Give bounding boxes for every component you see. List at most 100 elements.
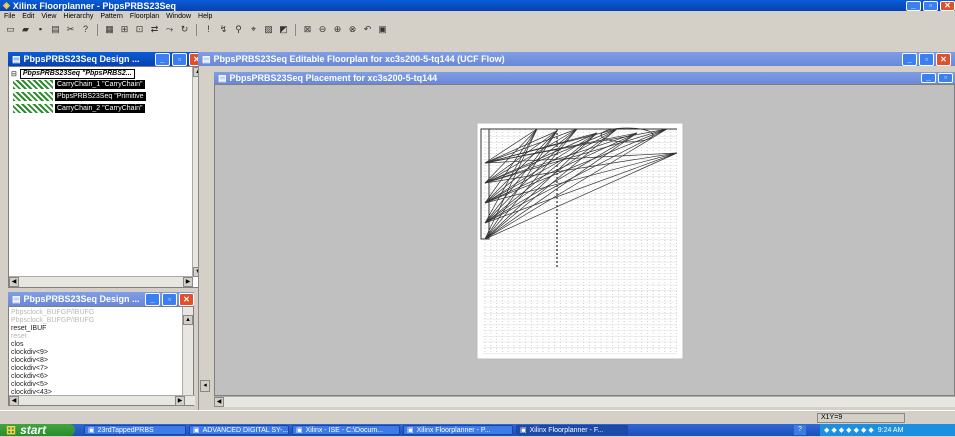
menu-floorplan[interactable]: Floorplan [130,13,159,20]
taskbar-item[interactable]: ▣ Xilinx Floorplanner - P... [403,425,513,435]
place-icon[interactable]: ⊡ [133,23,146,36]
minimize-button[interactable]: _ [921,73,936,83]
design-hierarchy-title-bar[interactable]: ▤ PbpsPRBS23Seq Design ... _ ▫ ✕ [8,52,204,66]
start-button[interactable]: ⊞ start [0,423,75,437]
print-icon[interactable]: ▤ [49,23,62,36]
net-list-item[interactable]: clockdiv<9> [11,349,94,357]
save-icon[interactable]: ▪ [34,23,47,36]
net-list-item[interactable]: Pbpsclock_BUFGP/IBUFG [11,309,94,317]
tray-icon[interactable]: ◆ [868,426,873,434]
menu-edit[interactable]: Edit [22,13,34,20]
menu-bar: File Edit View Hierarchy Pattern Floorplan Win… [4,12,219,22]
minimize-button[interactable]: _ [155,52,170,66]
net-list-item[interactable]: reset_IBUF [11,325,94,333]
scroll-left-button[interactable]: ◀ [214,397,224,407]
tray-icon[interactable]: ◆ [839,426,844,434]
expand-icon[interactable]: ⊟ [11,70,17,78]
net-list-item[interactable]: reset [11,333,94,341]
move-icon[interactable]: ⇄ [148,23,161,36]
left-divider-handle[interactable]: ◂ [200,380,210,392]
hierarchy-item[interactable]: PbpsPRBS23Seq "Primitive [13,91,146,101]
floorplan-graphic [476,122,684,360]
taskbar-item[interactable]: ▣ Xilinx Floorplanner - F... [516,425,628,435]
help-pointer-icon[interactable]: ? [79,23,92,36]
zoom-out-icon[interactable]: ⊖ [316,23,329,36]
menu-help[interactable]: Help [198,13,212,20]
probe-icon[interactable]: ↯ [217,23,230,36]
zoom-prev-icon[interactable]: ↶ [361,23,374,36]
menu-hierarchy[interactable]: Hierarchy [63,13,93,20]
net-list-item[interactable]: Pbpsclock_BUFGP/IBUFG [11,317,94,325]
editable-floorplan-title-bar[interactable]: ▤ PbpsPRBS23Seq Editable Floorplan for x… [198,52,955,66]
grid-icon[interactable]: ▦ [103,23,116,36]
scroll-left-button[interactable]: ◀ [9,277,19,287]
net-list-item[interactable]: clockdiv<5> [11,381,94,389]
maximize-button[interactable]: ▫ [162,292,177,306]
open-icon[interactable]: ▰ [19,23,32,36]
tray-icon[interactable]: ◆ [846,426,851,434]
assign-icon[interactable]: ◩ [277,23,290,36]
maximize-button[interactable]: ▫ [938,73,953,83]
toolbar-separator [97,23,98,36]
hierarchy-item[interactable]: CarryChain_2 "CarryChain" [13,103,145,113]
tray-icon[interactable]: ◆ [854,426,859,434]
menu-file[interactable]: File [4,13,15,20]
horizontal-scrollbar[interactable]: ◀ ▶ [9,276,193,287]
net-list-item[interactable]: clockdiv<8> [11,357,94,365]
close-button[interactable]: ✕ [940,0,955,11]
help-icon[interactable]: ? [794,425,806,435]
zoom-area-icon[interactable]: ⊗ [346,23,359,36]
cycle-icon[interactable]: ↻ [178,23,191,36]
placement-canvas[interactable] [214,84,955,396]
hatched-block-icon [13,91,53,101]
tray-icon[interactable]: ◆ [831,426,836,434]
hierarchy-item[interactable]: CarryChain_1 "CarryChain" [13,79,145,89]
menu-view[interactable]: View [41,13,56,20]
tray-icon[interactable]: ◆ [861,426,866,434]
taskbar-item[interactable]: ▣ Xilinx - ISE - C:\Docum... [292,425,400,435]
net-list-item[interactable]: clockdiv<7> [11,365,94,373]
zoom-fit-icon[interactable]: ⊠ [301,23,314,36]
capture-icon[interactable]: ▣ [376,23,389,36]
minimize-button[interactable]: _ [145,292,160,306]
select-icon[interactable]: ⌖ [247,23,260,36]
hierarchy-item-root[interactable]: ⊟ PbpsPRBS23Seq "PbpsPRBS2... [11,68,135,79]
route-icon[interactable]: ⤳ [163,23,176,36]
scroll-right-button[interactable]: ▶ [175,396,185,406]
scroll-right-button[interactable]: ▶ [183,277,193,287]
find-icon[interactable]: ⚲ [232,23,245,36]
menu-window[interactable]: Window [166,13,191,20]
cut-icon[interactable]: ✂ [64,23,77,36]
close-button[interactable]: ✕ [936,52,951,66]
app-title-bar[interactable]: ◈ Xilinx Floorplanner - PbpsPRBS23Seq _ … [0,0,955,11]
toolbar: ▭ ▰ ▪ ▤ ✂? ▦ ⊞ ⊡ ⇄ ⤳ ↻! ↯ ⚲ ⌖ ▨ ◩ ⊠ ⊖ ⊕ ⊗ ↶ ▣ [3,22,703,37]
maximize-button[interactable]: ▫ [172,52,187,66]
design-nets-title-bar[interactable]: ▤ PbpsPRBS23Seq Design ... _ ▫ ✕ [8,292,194,306]
tray-icon[interactable]: ◆ [824,426,829,434]
horizontal-scrollbar[interactable]: ◀ ▶ [9,395,195,406]
hierarchy-icon[interactable]: ⊞ [118,23,131,36]
new-icon[interactable]: ▭ [4,23,17,36]
scroll-up-button[interactable]: ▲ [183,315,193,325]
toolbar-separator [295,23,296,36]
taskbar-item[interactable]: ▣ 23rdTappedPRBS [84,425,186,435]
zoom-in-icon[interactable]: ⊕ [331,23,344,36]
taskbar-item[interactable]: ▣ ADVANCED DIGITAL SY-... [189,425,289,435]
vertical-scrollbar[interactable]: ▲ [182,307,193,395]
minimize-button[interactable]: _ [906,0,921,11]
taskbar-item-label: Xilinx Floorplanner - F... [529,426,604,434]
close-button[interactable]: ✕ [179,292,194,306]
placement-title-bar[interactable]: ▤ PbpsPRBS23Seq Placement for xc3s200-5-… [214,72,955,84]
maximize-button[interactable]: ▫ [919,52,934,66]
placement-horizontal-scrollbar[interactable]: ◀ [214,396,955,407]
constraint-icon[interactable]: ! [202,23,215,36]
taskbar: ⊞ start ▣ 23rdTappedPRBS ▣ ADVANCED DIGITAL… [0,423,955,437]
maximize-button[interactable]: ▫ [923,0,938,11]
menu-pattern[interactable]: Pattern [100,13,123,20]
minimize-button[interactable]: _ [902,52,917,66]
net-list-item[interactable]: clockdiv<6> [11,373,94,381]
net-list-item[interactable]: clos [11,341,94,349]
app-icon: ◈ [3,0,10,10]
scroll-left-button[interactable]: ◀ [9,396,19,406]
pattern-icon[interactable]: ▨ [262,23,275,36]
